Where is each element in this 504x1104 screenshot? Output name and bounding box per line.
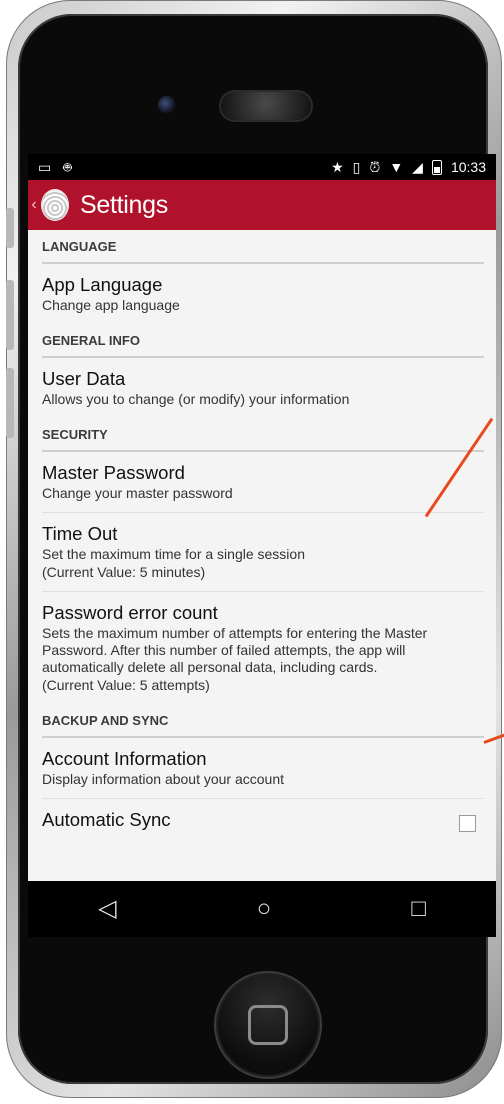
setting-title: Password error count — [42, 602, 218, 623]
settings-list: LANGUAGE App Language Change app languag… — [28, 230, 496, 841]
side-button-top — [6, 208, 14, 248]
setting-account-information[interactable]: Account Information Display information … — [42, 738, 484, 799]
recents-square-icon[interactable]: □ — [411, 897, 426, 921]
setting-summary: Sets the maximum number of attempts for … — [42, 625, 428, 675]
side-button-mid — [6, 280, 14, 350]
setting-summary: Change your master password — [42, 485, 233, 501]
phone-screen: ▭ 🤖︎ ★ ▯ ⏰︎ ▼ ◢ 10:33 ‹ Settings LANGUAG… — [28, 154, 496, 881]
navigation-bar: ◁ ○ □ — [28, 881, 496, 937]
setting-title: App Language — [42, 274, 163, 295]
status-time: 10:33 — [450, 159, 486, 175]
back-triangle-icon[interactable]: ◁ — [98, 897, 116, 921]
camera-icon — [158, 96, 176, 114]
screenshot-icon: ▭ — [38, 159, 52, 175]
home-square-icon — [248, 1005, 288, 1045]
section-header-backup-sync: BACKUP AND SYNC — [42, 704, 484, 738]
setting-title: Time Out — [42, 523, 118, 544]
signal-icon: ◢ — [412, 159, 423, 175]
page-title: Settings — [80, 190, 168, 219]
action-bar: ‹ Settings — [28, 180, 496, 230]
setting-summary: Display information about your account — [42, 771, 285, 787]
section-header-language: LANGUAGE — [42, 230, 484, 264]
setting-title: Automatic Sync — [42, 809, 171, 830]
battery-icon — [431, 159, 442, 175]
alarm-icon: ⏰︎ — [369, 159, 381, 175]
setting-summary: Change app language — [42, 297, 180, 313]
setting-summary: Set the maximum time for a single sessio… — [42, 546, 305, 562]
android-icon: 🤖︎ — [63, 159, 72, 175]
vibrate-icon: ▯ — [352, 159, 361, 175]
section-header-general-info: GENERAL INFO — [42, 324, 484, 358]
setting-current-value: (Current Value: 5 minutes) — [42, 564, 206, 580]
setting-summary: Allows you to change (or modify) your in… — [42, 391, 350, 407]
section-header-security: SECURITY — [42, 418, 484, 452]
back-chevron-icon[interactable]: ‹ — [28, 196, 40, 214]
setting-title: User Data — [42, 368, 126, 389]
setting-master-password[interactable]: Master Password Change your master passw… — [42, 452, 484, 513]
setting-user-data[interactable]: User Data Allows you to change (or modif… — [42, 358, 484, 418]
fingerprint-logo-icon[interactable] — [42, 190, 68, 220]
setting-time-out[interactable]: Time Out Set the maximum time for a sing… — [42, 513, 484, 592]
setting-title: Master Password — [42, 462, 185, 483]
automatic-sync-checkbox[interactable] — [459, 815, 476, 832]
wifi-icon: ▼ — [389, 159, 404, 175]
home-hardware-button[interactable] — [218, 975, 318, 1075]
setting-password-error-count[interactable]: Password error count Sets the maximum nu… — [42, 592, 484, 704]
side-button-low — [6, 368, 14, 438]
setting-current-value: (Current Value: 5 attempts) — [42, 677, 210, 693]
setting-automatic-sync[interactable]: Automatic Sync — [42, 799, 484, 841]
speaker-grille — [221, 92, 311, 120]
home-circle-icon[interactable]: ○ — [257, 897, 272, 921]
status-bar: ▭ 🤖︎ ★ ▯ ⏰︎ ▼ ◢ 10:33 — [28, 154, 496, 180]
setting-title: Account Information — [42, 748, 207, 769]
star-icon: ★ — [331, 159, 344, 175]
setting-app-language[interactable]: App Language Change app language — [42, 264, 484, 324]
